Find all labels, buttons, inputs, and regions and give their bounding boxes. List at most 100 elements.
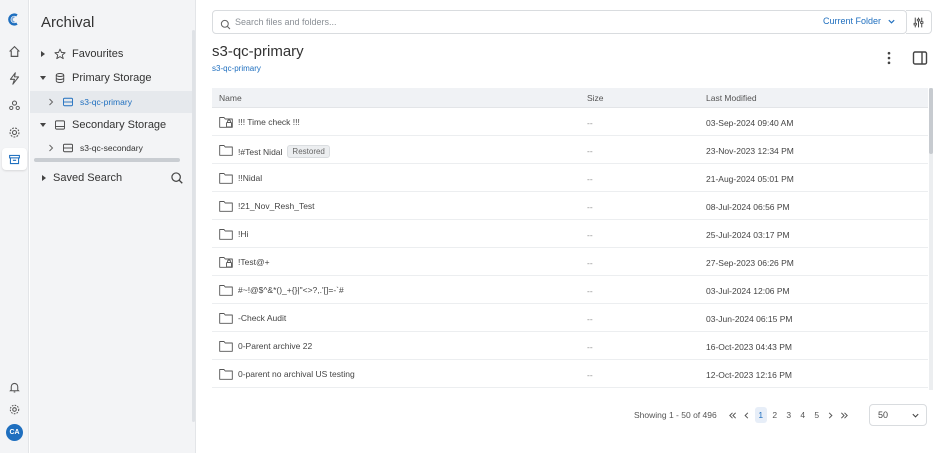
file-name[interactable]: 0-Parent archive 22 bbox=[238, 341, 312, 351]
page-button[interactable]: 5 bbox=[811, 407, 823, 423]
column-header-size[interactable]: Size bbox=[587, 93, 604, 103]
storage-icon bbox=[54, 119, 66, 131]
chevron-down-icon[interactable] bbox=[38, 120, 48, 130]
file-name[interactable]: #~!@$^&*()_+{}|"<>?,.'[]=-`# bbox=[238, 285, 344, 295]
tree-item-favourites[interactable]: Favourites bbox=[30, 43, 192, 65]
table-row[interactable]: #~!@$^&*()_+{}|"<>?,.'[]=-`# -- 03-Jul-202… bbox=[212, 276, 928, 304]
lightning-icon[interactable] bbox=[2, 67, 27, 89]
saved-search-section[interactable]: Saved Search bbox=[30, 166, 192, 190]
file-name[interactable]: 0-parent no archival US testing bbox=[238, 369, 355, 379]
file-name[interactable]: !#Test Nidal Restored bbox=[238, 145, 330, 158]
folder-icon bbox=[219, 368, 233, 380]
tree-item-secondary-storage[interactable]: Secondary Storage bbox=[30, 114, 192, 136]
table-row[interactable]: !Hi -- 25-Jul-2024 03:17 PM bbox=[212, 220, 928, 248]
search-input[interactable] bbox=[235, 17, 906, 27]
file-modified: 23-Nov-2023 12:34 PM bbox=[706, 146, 794, 156]
file-size: -- bbox=[587, 370, 593, 380]
page-button[interactable]: 2 bbox=[769, 407, 781, 423]
saved-search-label: Saved Search bbox=[53, 172, 123, 184]
file-name[interactable]: -Check Audit bbox=[238, 313, 286, 323]
chevron-right-icon[interactable] bbox=[46, 97, 56, 107]
column-header-name[interactable]: Name bbox=[219, 93, 242, 103]
per-page-value: 50 bbox=[878, 410, 889, 420]
file-name[interactable]: !!Nidal bbox=[238, 173, 262, 183]
side-panel-toggle-icon[interactable] bbox=[912, 50, 928, 66]
table-row[interactable]: !21_Nov_Resh_Test -- 08-Jul-2024 06:56 PM bbox=[212, 192, 928, 220]
file-name[interactable]: !!! Time check !!! bbox=[238, 117, 300, 127]
prev-page-icon[interactable] bbox=[741, 407, 753, 423]
filter-button[interactable] bbox=[906, 10, 932, 34]
search-icon[interactable] bbox=[170, 171, 184, 185]
app-logo-icon[interactable] bbox=[2, 8, 27, 30]
table-row[interactable]: 0-parent no archival US testing -- 12-Oct-… bbox=[212, 360, 928, 388]
column-header-modified[interactable]: Last Modified bbox=[706, 93, 757, 103]
tree-item-label: s3-qc-primary bbox=[80, 97, 132, 107]
tree-item-label: Primary Storage bbox=[72, 72, 152, 84]
file-name-text: 0-parent no archival US testing bbox=[238, 369, 355, 379]
chevron-right-icon[interactable] bbox=[46, 143, 56, 153]
first-page-icon[interactable] bbox=[727, 407, 739, 423]
table-row[interactable]: !!! Time check !!! -- 03-Sep-2024 09:40 AM bbox=[212, 108, 928, 136]
archival-panel: Archival Favourites Primary Storage s3-q… bbox=[30, 0, 196, 453]
file-size: -- bbox=[587, 146, 593, 156]
tree-item-primary-storage[interactable]: Primary Storage bbox=[30, 67, 192, 89]
file-name-text: !Hi bbox=[238, 229, 249, 239]
users-icon[interactable] bbox=[2, 94, 27, 116]
tree-item-s3-qc-secondary[interactable]: s3-qc-secondary bbox=[30, 137, 192, 159]
panel-horizontal-scrollbar[interactable] bbox=[34, 158, 180, 162]
settings-icon[interactable] bbox=[2, 398, 27, 420]
table-row[interactable]: !!Nidal -- 21-Aug-2024 05:01 PM bbox=[212, 164, 928, 192]
last-page-icon[interactable] bbox=[839, 407, 851, 423]
folder-icon bbox=[219, 200, 233, 212]
file-name-text: !Test@+ bbox=[238, 257, 270, 267]
chevron-down-icon bbox=[888, 19, 895, 24]
page-button[interactable]: 4 bbox=[797, 407, 809, 423]
table-scrollbar[interactable] bbox=[929, 88, 933, 390]
per-page-select[interactable]: 50 bbox=[869, 404, 927, 426]
folder-icon bbox=[219, 340, 233, 352]
folder-icon bbox=[219, 284, 233, 296]
chevron-down-icon[interactable] bbox=[38, 73, 48, 83]
files-table: Name Size Last Modified !!! Time check !… bbox=[212, 88, 928, 390]
table-row[interactable]: -Check Audit -- 03-Jun-2024 06:15 PM bbox=[212, 304, 928, 332]
breadcrumb[interactable]: s3-qc-primary bbox=[212, 64, 261, 73]
folder-icon bbox=[219, 228, 233, 240]
page-button[interactable]: 3 bbox=[783, 407, 795, 423]
file-name[interactable]: !21_Nov_Resh_Test bbox=[238, 201, 315, 211]
home-icon[interactable] bbox=[2, 40, 27, 62]
search-bar: Current Folder bbox=[212, 10, 907, 34]
tree-item-label: Favourites bbox=[72, 48, 124, 60]
status-badge: Restored bbox=[287, 145, 330, 158]
table-row[interactable]: 0-Parent archive 22 -- 16-Oct-2023 04:43 P… bbox=[212, 332, 928, 360]
scrollbar-thumb[interactable] bbox=[929, 88, 933, 154]
chevron-right-icon[interactable] bbox=[39, 173, 49, 183]
file-name[interactable]: !Test@+ bbox=[238, 257, 270, 267]
table-row[interactable]: !Test@+ -- 27-Sep-2023 06:26 PM bbox=[212, 248, 928, 276]
file-modified: 03-Jun-2024 06:15 PM bbox=[706, 314, 793, 324]
table-row[interactable]: !#Test Nidal Restored -- 23-Nov-2023 12:34 … bbox=[212, 136, 928, 164]
file-size: -- bbox=[587, 202, 593, 212]
file-size: -- bbox=[587, 342, 593, 352]
file-modified: 03-Jul-2024 12:06 PM bbox=[706, 286, 790, 296]
file-name[interactable]: !Hi bbox=[238, 229, 248, 239]
gear-icon[interactable] bbox=[2, 121, 27, 143]
file-size: -- bbox=[587, 118, 593, 128]
file-modified: 03-Sep-2024 09:40 AM bbox=[706, 118, 794, 128]
chevron-right-icon[interactable] bbox=[38, 49, 48, 59]
panel-vertical-scrollbar[interactable] bbox=[192, 30, 195, 422]
scope-dropdown[interactable]: Current Folder bbox=[823, 16, 896, 26]
page-button[interactable]: 1 bbox=[754, 407, 767, 423]
archive-icon[interactable] bbox=[2, 148, 27, 170]
next-page-icon[interactable] bbox=[825, 407, 837, 423]
scope-label: Current Folder bbox=[822, 16, 881, 26]
more-options-icon[interactable] bbox=[882, 50, 896, 66]
drive-icon bbox=[62, 96, 74, 108]
file-name-text: #~!@$^&*()_+{}|"<>?,.'[]=-`# bbox=[238, 285, 344, 295]
sliders-icon bbox=[913, 17, 924, 27]
file-name-text: !#Test Nidal bbox=[238, 146, 283, 157]
file-modified: 08-Jul-2024 06:56 PM bbox=[706, 202, 790, 212]
tree-item-label: s3-qc-secondary bbox=[80, 143, 143, 153]
avatar[interactable]: CA bbox=[6, 424, 23, 441]
tree-item-s3-qc-primary[interactable]: s3-qc-primary bbox=[30, 91, 192, 113]
bell-icon[interactable] bbox=[2, 376, 27, 398]
